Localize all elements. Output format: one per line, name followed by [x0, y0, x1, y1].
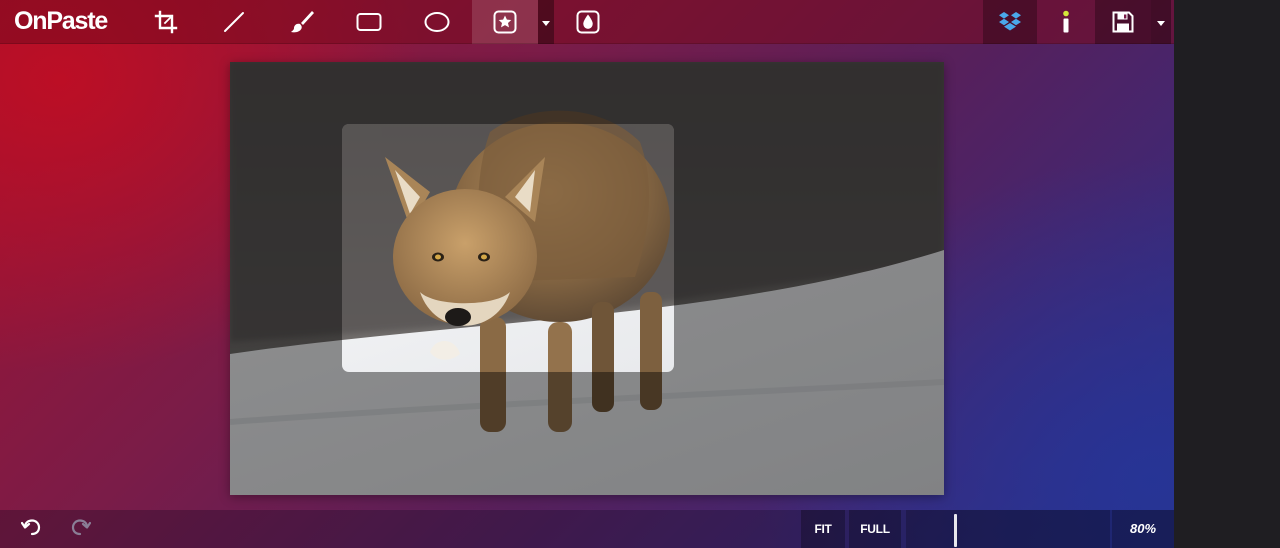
dropbox-icon [998, 11, 1022, 33]
fit-label: FIT [814, 522, 832, 536]
rectangle-tool-button[interactable] [350, 0, 388, 44]
ellipse-icon [424, 11, 450, 33]
dropbox-button[interactable] [983, 0, 1037, 44]
ellipse-tool-button[interactable] [418, 0, 456, 44]
fit-button[interactable]: FIT [801, 510, 845, 548]
info-icon [1061, 10, 1071, 34]
top-toolbar: OnPaste [0, 0, 1174, 44]
save-dropdown-toggle[interactable] [1151, 0, 1171, 44]
crop-tool-button[interactable] [148, 0, 184, 44]
crop-selection[interactable] [342, 124, 674, 372]
side-panel [1174, 0, 1280, 548]
drop-icon [576, 10, 600, 34]
save-icon [1112, 11, 1134, 33]
crop-icon [154, 10, 178, 34]
line-tool-button[interactable] [216, 0, 252, 44]
image-canvas[interactable] [230, 62, 944, 495]
selection-photo-preview [342, 124, 674, 372]
app-logo: OnPaste [14, 7, 108, 35]
line-icon [222, 10, 246, 34]
rectangle-icon [356, 12, 382, 32]
undo-button[interactable] [6, 510, 56, 548]
undo-icon [20, 518, 41, 541]
caret-down-icon [542, 13, 550, 31]
full-button[interactable]: FULL [849, 510, 901, 548]
full-label: FULL [860, 522, 890, 536]
shape-dropdown-toggle[interactable] [538, 0, 554, 44]
info-button[interactable] [1041, 0, 1091, 44]
zoom-level-readout: 80% [1112, 510, 1174, 548]
bottom-bar: FIT FULL 80% [0, 510, 1174, 548]
redo-button[interactable] [58, 510, 104, 548]
app-window: OnPaste FIT FULL 80% [0, 0, 1174, 548]
redo-icon [71, 518, 92, 541]
save-button[interactable] [1095, 0, 1151, 44]
caret-down-icon [1157, 13, 1165, 31]
zoom-slider-thumb[interactable] [954, 514, 957, 547]
brush-icon [289, 9, 315, 35]
shape-tool-button[interactable] [472, 0, 538, 44]
star-icon [493, 10, 517, 34]
brush-tool-button[interactable] [284, 0, 320, 44]
zoom-slider[interactable] [906, 510, 1110, 548]
blur-tool-button[interactable] [568, 0, 608, 44]
